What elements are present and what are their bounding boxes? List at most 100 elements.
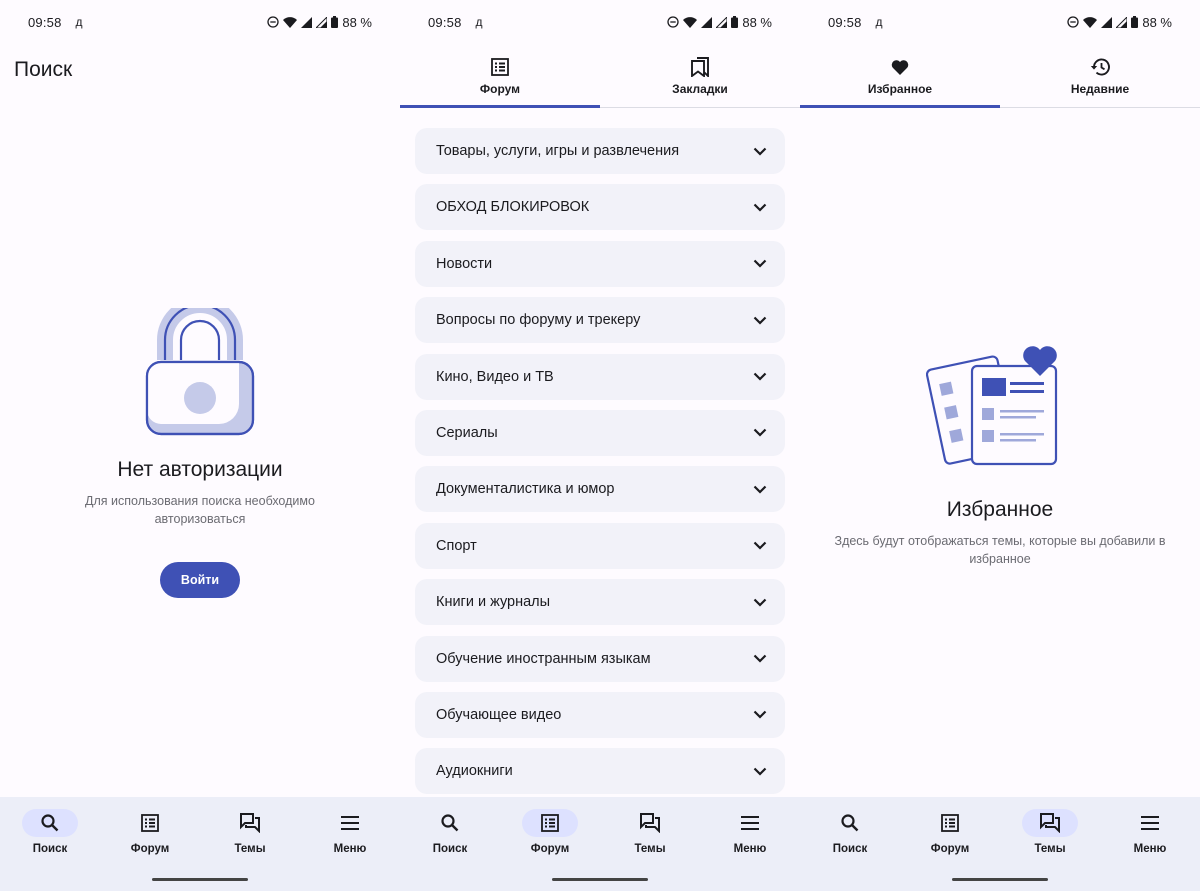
home-indicator[interactable] — [152, 878, 248, 881]
search-icon — [822, 809, 878, 837]
menu-icon — [322, 809, 378, 837]
nav-forum[interactable]: Форум — [100, 797, 200, 891]
forum-category-list: Товары, услуги, игры и развлечения ОБХОД… — [415, 128, 785, 805]
nav-search-label: Поиск — [432, 843, 468, 855]
empty-heading: Избранное — [946, 498, 1054, 521]
list-item[interactable]: Спорт — [415, 522, 785, 569]
category-label: Обучающее видео — [436, 706, 562, 723]
signal-icon — [701, 16, 713, 28]
nav-menu-label: Меню — [333, 843, 367, 855]
category-label: Сериалы — [436, 424, 498, 441]
nav-forum[interactable]: Форум — [900, 797, 1000, 891]
chevron-down-icon — [753, 146, 767, 156]
topics-icon — [222, 809, 278, 837]
list-item[interactable]: Документалистика и юмор — [415, 466, 785, 513]
nav-topics[interactable]: Темы — [1000, 797, 1100, 891]
signal-icon — [1101, 16, 1113, 28]
nav-topics-label: Темы — [634, 843, 666, 855]
nav-search[interactable]: Поиск — [800, 797, 900, 891]
tab-forum[interactable]: Форум — [400, 44, 600, 108]
chevron-down-icon — [753, 202, 767, 212]
nav-topics[interactable]: Темы — [200, 797, 300, 891]
battery-percent: 88 % — [742, 14, 772, 30]
search-screen: 09:58 д 88 % Поиск Нет авторизации Для и… — [0, 0, 400, 891]
chevron-down-icon — [753, 541, 767, 551]
list-item[interactable]: Обучающее видео — [415, 691, 785, 738]
category-label: Кино, Видео и ТВ — [436, 368, 554, 385]
category-label: Спорт — [436, 537, 477, 554]
nav-menu[interactable]: Меню — [700, 797, 800, 891]
signal-icon-2 — [316, 16, 328, 28]
nav-topics[interactable]: Темы — [600, 797, 700, 891]
nav-menu[interactable]: Меню — [300, 797, 400, 891]
tab-forum-label: Форум — [479, 81, 521, 96]
category-label: Новости — [436, 255, 493, 272]
topics-icon — [1022, 809, 1078, 837]
heart-icon — [891, 56, 909, 78]
status-icons: 88 % — [1067, 15, 1172, 30]
tab-favorites[interactable]: Избранное — [800, 44, 1000, 108]
battery-icon — [1131, 16, 1139, 28]
battery-percent: 88 % — [1142, 14, 1172, 30]
nav-menu[interactable]: Меню — [1100, 797, 1200, 891]
nav-search[interactable]: Поиск — [400, 797, 500, 891]
bottom-navigation: Поиск Форум Темы Меню — [800, 797, 1200, 891]
page-title: Поиск — [14, 58, 73, 81]
dnd-icon — [267, 16, 280, 28]
list-item[interactable]: Кино, Видео и ТВ — [415, 353, 785, 400]
nav-menu-label: Меню — [733, 843, 767, 855]
status-carrier: д — [75, 15, 83, 29]
forum-icon — [122, 809, 178, 837]
category-label: Товары, услуги, игры и развлечения — [436, 143, 680, 159]
status-carrier: д — [875, 15, 883, 29]
bookmarks-icon — [691, 56, 709, 78]
tab-favorites-label: Избранное — [867, 81, 933, 96]
chevron-down-icon — [753, 710, 767, 720]
nav-forum-label: Форум — [930, 843, 970, 855]
auth-empty-state: Нет авторизации Для использования поиска… — [0, 458, 400, 598]
bottom-navigation: Поиск Форум Темы Меню — [400, 797, 800, 891]
category-label: Документалистика и юмор — [436, 481, 615, 498]
history-icon — [1090, 56, 1110, 78]
topics-tabs: Избранное Недавние — [800, 44, 1200, 108]
dnd-icon — [1067, 16, 1080, 28]
battery-icon — [731, 16, 739, 28]
list-item[interactable]: Вопросы по форуму и трекеру — [415, 297, 785, 344]
nav-forum-label: Форум — [530, 843, 570, 855]
wifi-icon — [683, 16, 698, 28]
menu-icon — [1122, 809, 1178, 837]
forum-icon — [522, 809, 578, 837]
login-button[interactable]: Войти — [160, 562, 240, 598]
list-item[interactable]: Сериалы — [415, 409, 785, 456]
list-item[interactable]: Книги и журналы — [415, 579, 785, 626]
list-item[interactable]: Новости — [415, 240, 785, 287]
list-item[interactable]: Товары, услуги, игры и развлечения — [415, 128, 785, 174]
category-label: Вопросы по форуму и трекеру — [436, 312, 641, 329]
tab-bookmarks[interactable]: Закладки — [600, 44, 800, 107]
battery-percent: 88 % — [342, 14, 372, 30]
nav-forum[interactable]: Форум — [500, 797, 600, 891]
status-bar: 09:58 д 88 % — [400, 0, 800, 44]
nav-menu-label: Меню — [1133, 843, 1167, 855]
chevron-down-icon — [753, 654, 767, 664]
list-item[interactable]: ОБХОД БЛОКИРОВОК — [415, 184, 785, 231]
home-indicator[interactable] — [952, 878, 1048, 881]
list-item[interactable]: Аудиокниги — [415, 748, 785, 795]
chevron-down-icon — [753, 766, 767, 776]
nav-search[interactable]: Поиск — [0, 797, 100, 891]
home-indicator[interactable] — [552, 878, 648, 881]
nav-forum-label: Форум — [130, 843, 170, 855]
signal-icon-2 — [1116, 16, 1128, 28]
list-item[interactable]: Обучение иностранным языкам — [415, 635, 785, 682]
nav-search-label: Поиск — [832, 843, 868, 855]
topics-screen: 09:58 д 88 % Избранное Недавние Избранно… — [800, 0, 1200, 891]
status-bar: 09:58 д 88 % — [0, 0, 400, 44]
wifi-icon — [283, 16, 298, 28]
topics-icon — [622, 809, 678, 837]
favorites-illustration-icon — [925, 344, 1060, 473]
wifi-icon — [1083, 16, 1098, 28]
chevron-down-icon — [753, 428, 767, 438]
status-time: 09:58 — [28, 14, 62, 30]
tab-recent[interactable]: Недавние — [1000, 44, 1200, 107]
status-time: 09:58 — [428, 14, 462, 30]
